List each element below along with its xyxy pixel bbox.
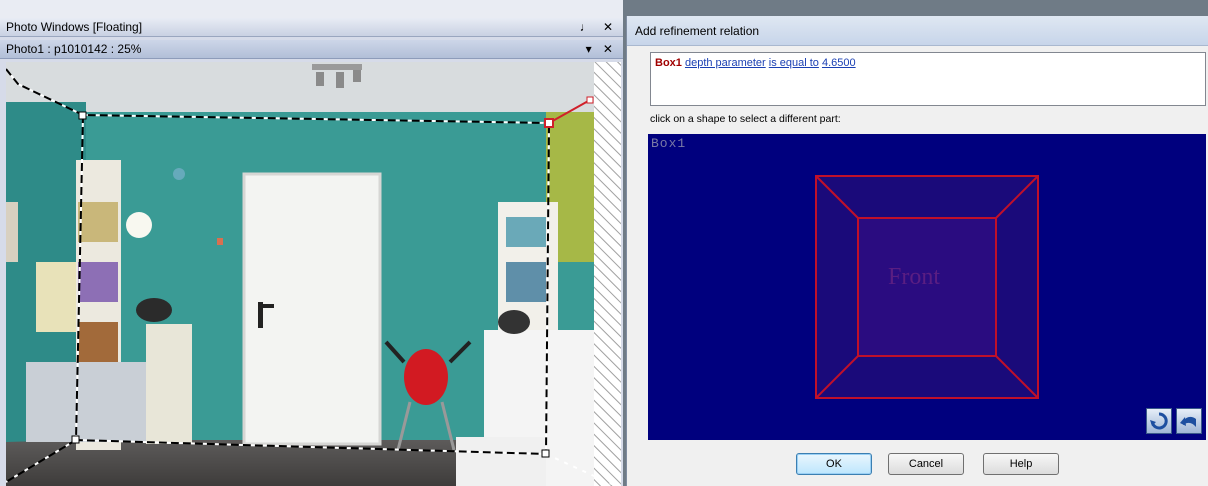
dialog-title: Add refinement relation: [635, 24, 760, 38]
desk: [26, 362, 166, 442]
dialog-titlebar[interactable]: Add refinement relation: [627, 16, 1208, 46]
photo-title: Photo1 : p1010142 : 25%: [6, 42, 142, 56]
photo-titlebar[interactable]: Photo1 : p1010142 : 25% ▾ ✕: [0, 40, 623, 59]
operator-link[interactable]: is equal to: [769, 57, 819, 69]
relation-part-name: Box1: [655, 57, 682, 69]
room-photo[interactable]: [6, 62, 621, 486]
photo-windows-panel: Photo Windows [Floating] ♩ ✕ Photo1 : p1…: [0, 0, 623, 486]
undo-view-button[interactable]: [1176, 408, 1202, 434]
photo-menu-close-icons[interactable]: ▾ ✕: [586, 40, 617, 59]
add-refinement-relation-dialog: Add refinement relation Box1 depth param…: [626, 16, 1208, 486]
corner-handle[interactable]: [78, 111, 87, 120]
corner-handle[interactable]: [541, 449, 550, 458]
corner-handle-selected[interactable]: [544, 118, 554, 128]
front-face-label: Front: [888, 264, 941, 290]
select-part-hint: click on a shape to select a different p…: [650, 113, 841, 125]
door: [242, 172, 382, 446]
hatched-margin: [594, 62, 621, 486]
relation-text-box: Box1 depth parameter is equal to 4.6500: [650, 52, 1206, 106]
undo-icon: [1180, 416, 1196, 427]
rotate-view-button[interactable]: [1146, 408, 1172, 434]
value-link[interactable]: 4.6500: [822, 57, 856, 69]
panel-top-strip: [0, 0, 623, 18]
panel-pin-close-icons[interactable]: ♩ ✕: [580, 18, 617, 37]
help-button[interactable]: Help: [983, 453, 1059, 475]
ok-button[interactable]: OK: [796, 453, 872, 475]
wall-light: [126, 212, 152, 238]
parameter-link[interactable]: depth parameter: [685, 57, 766, 69]
panel-title: Photo Windows [Floating]: [6, 20, 143, 34]
shape-preview-canvas[interactable]: Box1 Front: [648, 134, 1206, 440]
cancel-button[interactable]: Cancel: [888, 453, 964, 475]
chair: [146, 324, 192, 444]
corner-handle[interactable]: [586, 96, 594, 104]
corner-handle[interactable]: [71, 435, 80, 444]
photo-canvas[interactable]: [6, 62, 621, 486]
panel-titlebar[interactable]: Photo Windows [Floating] ♩ ✕: [0, 18, 623, 37]
rotate-icon: [1150, 412, 1168, 430]
